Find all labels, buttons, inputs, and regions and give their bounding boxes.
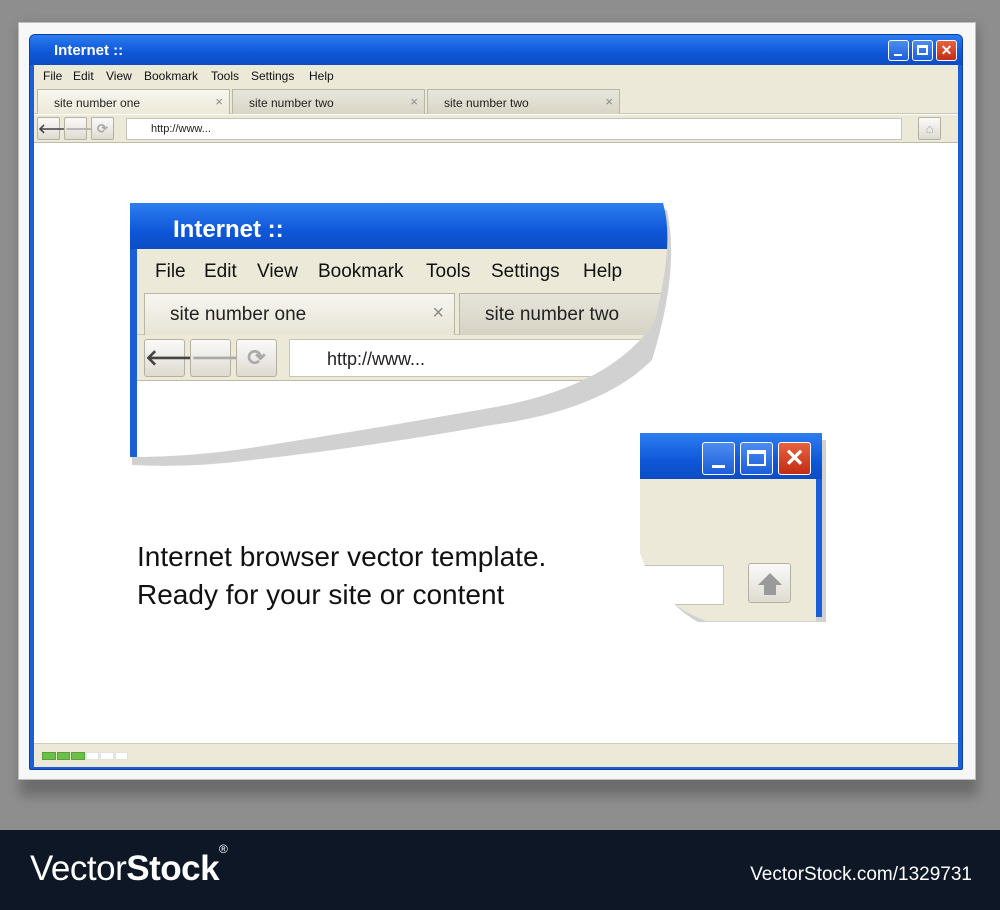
address-text: http://www...	[151, 123, 211, 135]
zoom-reload-button: ⟳	[236, 339, 277, 377]
back-button[interactable]: 🡐	[37, 117, 73, 140]
mini-minimize-button	[702, 442, 735, 475]
progress-segment	[114, 752, 128, 760]
close-icon: ✕	[784, 445, 805, 472]
vectorstock-logo: VectorStock®	[30, 842, 228, 889]
zoom-tab-strip: site number one × site number two	[137, 289, 670, 335]
zoom-menu-settings: Settings	[491, 261, 560, 282]
minimize-icon	[894, 54, 902, 56]
zoom-menu-file: File	[155, 261, 186, 282]
zoom-back-button: 🡐	[144, 339, 185, 377]
home-icon: ⌂	[925, 121, 934, 136]
title-bar[interactable]: Internet :: ✕	[30, 35, 962, 65]
tab-label: site number two	[444, 96, 529, 110]
zoomed-window-controls: ✕	[636, 433, 822, 621]
zoom-forward-button: 🡒	[190, 339, 231, 377]
zoom-navigation-bar: 🡐 🡒 ⟳ http://www...	[137, 335, 670, 381]
menu-tools[interactable]: Tools	[211, 69, 239, 83]
zoom-address-text: http://www...	[327, 349, 426, 369]
progress-segment	[100, 752, 114, 760]
minimize-icon	[712, 465, 725, 468]
brand-bold: Stock	[126, 849, 220, 888]
caption-line-1: Internet browser vector template.	[137, 541, 547, 572]
window-title: Internet ::	[54, 42, 124, 59]
navigation-bar: 🡐 🡒 ⟳ http://www... ⌂	[34, 115, 958, 143]
maximize-button[interactable]	[912, 40, 933, 61]
menu-help[interactable]: Help	[309, 69, 334, 83]
menu-edit[interactable]: Edit	[73, 69, 94, 83]
zoom-menu-bookmark: Bookmark	[318, 261, 404, 282]
tab-label: site number one	[54, 96, 141, 110]
reload-button[interactable]: ⟳	[91, 117, 114, 140]
status-bar	[34, 743, 958, 767]
maximize-icon	[917, 45, 928, 55]
caption-line-2: Ready for your site or content	[137, 579, 505, 610]
progress-bar	[42, 752, 128, 760]
mini-window-border	[816, 479, 822, 617]
zoom-title-bar: Internet ::	[130, 203, 670, 249]
zoom-tab-label: site number one	[170, 304, 307, 325]
zoom-menu-bar: File Edit View Bookmark Tools Settings H…	[137, 249, 670, 289]
mini-maximize-button	[740, 442, 773, 475]
zoom-tab-one: site number one ×	[144, 293, 455, 335]
tab-site-one[interactable]: site number one ×	[37, 89, 230, 114]
tab-label: site number two	[249, 96, 334, 110]
tab-close-icon[interactable]: ×	[215, 94, 223, 109]
close-button[interactable]: ✕	[936, 40, 957, 61]
brand-light: Vector	[30, 849, 127, 888]
brand-mark: ®	[219, 842, 228, 857]
minimize-button[interactable]	[888, 40, 909, 61]
zoom-menu-edit: Edit	[204, 261, 237, 282]
forward-button[interactable]: 🡒	[64, 117, 100, 140]
zoom-menu-view: View	[257, 261, 298, 282]
stock-id: VectorStock.com/1329731	[750, 864, 972, 885]
home-icon	[749, 564, 792, 604]
zoom-tab-close-icon: ×	[432, 302, 444, 324]
zoom-menu-help: Help	[583, 261, 623, 282]
mini-close-button: ✕	[778, 442, 811, 475]
zoom-title: Internet ::	[173, 216, 284, 243]
menu-bar: File Edit View Bookmark Tools Settings H…	[34, 65, 958, 87]
tab-close-icon[interactable]: ×	[410, 94, 418, 109]
maximize-icon	[747, 450, 766, 466]
progress-segment	[42, 752, 56, 760]
zoom-menu-tools: Tools	[426, 261, 471, 282]
mini-home-button	[748, 563, 791, 603]
menu-settings[interactable]: Settings	[251, 69, 294, 83]
address-bar[interactable]: http://www...	[126, 118, 902, 140]
tab-strip: site number one × site number two × site…	[34, 87, 958, 114]
menu-view[interactable]: View	[106, 69, 132, 83]
mini-title-bar: ✕	[636, 433, 822, 479]
tab-site-two[interactable]: site number two ×	[232, 89, 425, 114]
home-button[interactable]: ⌂	[918, 117, 941, 140]
progress-segment	[56, 752, 70, 760]
reload-icon: ⟳	[97, 121, 108, 136]
tab-close-icon[interactable]: ×	[605, 94, 613, 109]
zoom-window-border	[130, 249, 137, 461]
tab-site-three[interactable]: site number two ×	[427, 89, 620, 114]
progress-segment	[71, 752, 85, 760]
zoom-tab-label: site number two	[485, 304, 620, 325]
menu-file[interactable]: File	[43, 69, 62, 83]
reload-icon: ⟳	[247, 345, 266, 370]
progress-segment	[85, 752, 99, 760]
close-icon: ✕	[940, 42, 953, 58]
caption: Internet browser vector template. Ready …	[137, 538, 546, 614]
menu-bookmark[interactable]: Bookmark	[144, 69, 198, 83]
